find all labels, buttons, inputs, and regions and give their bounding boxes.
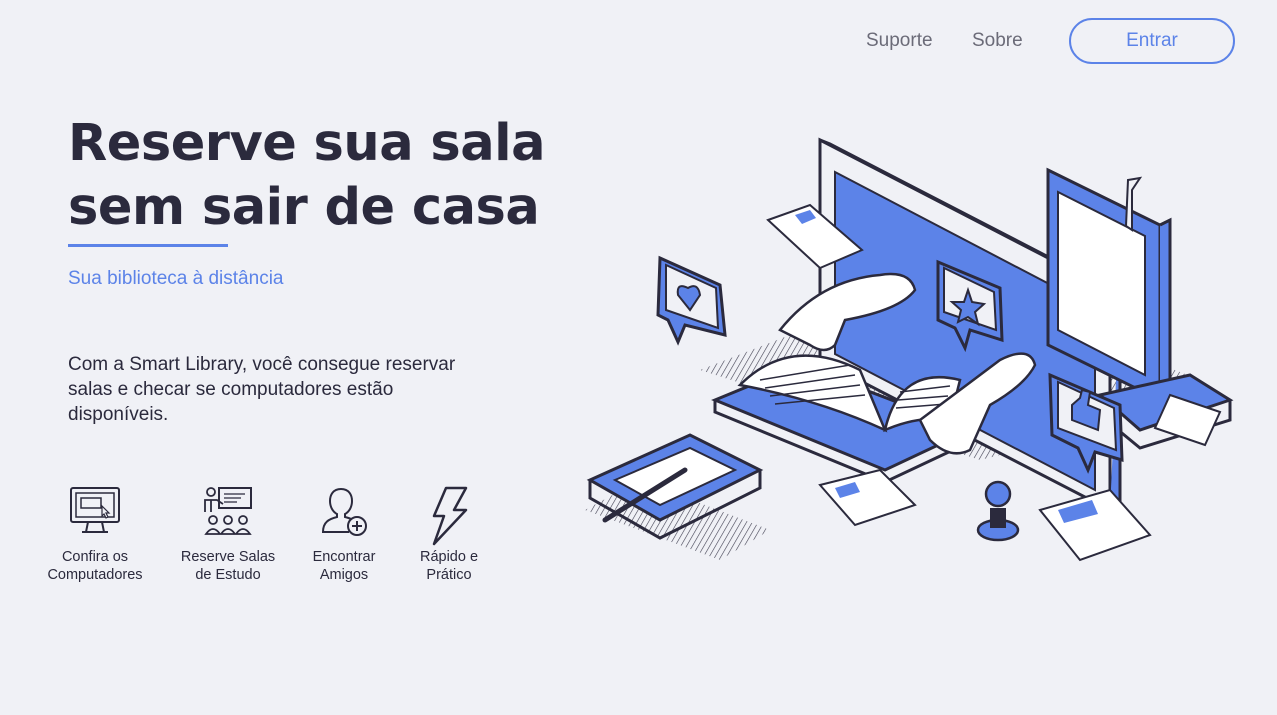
hero-title: Reserve sua sala sem sair de casa (68, 114, 546, 237)
stamp-graphic (976, 480, 1020, 542)
feature-label-find-friends: Encontrar Amigos (312, 549, 376, 583)
nav-link-suporte[interactable]: Suporte (866, 30, 933, 52)
login-button[interactable]: Entrar (1069, 18, 1235, 64)
computer-icon (70, 487, 120, 533)
top-nav: Suporte Sobre Entrar (0, 0, 1277, 84)
feature-label-fast-practical: Rápido e Prático (419, 549, 479, 583)
feature-label-study-rooms: Reserve Salas de Estudo (180, 549, 276, 583)
hero-description: Com a Smart Library, você consegue reser… (68, 354, 456, 425)
nav-link-sobre[interactable]: Sobre (972, 30, 1023, 52)
library-illustration (585, 137, 1234, 562)
feature-label-computers: Confira os Computadores (47, 549, 143, 583)
heart-bubble-icon (656, 255, 727, 346)
study-room-icon (204, 487, 252, 535)
feature-study-rooms: Reserve Salas de Estudo (168, 484, 288, 584)
hero-subtitle: Sua biblioteca à distância (68, 268, 284, 289)
feature-computers: Confira os Computadores (35, 484, 155, 584)
add-user-icon (321, 488, 367, 536)
feature-find-friends: Encontrar Amigos (284, 484, 404, 584)
feature-fast-practical: Rápido e Prático (389, 484, 509, 584)
title-underline (68, 244, 228, 247)
lightning-icon (432, 486, 468, 546)
